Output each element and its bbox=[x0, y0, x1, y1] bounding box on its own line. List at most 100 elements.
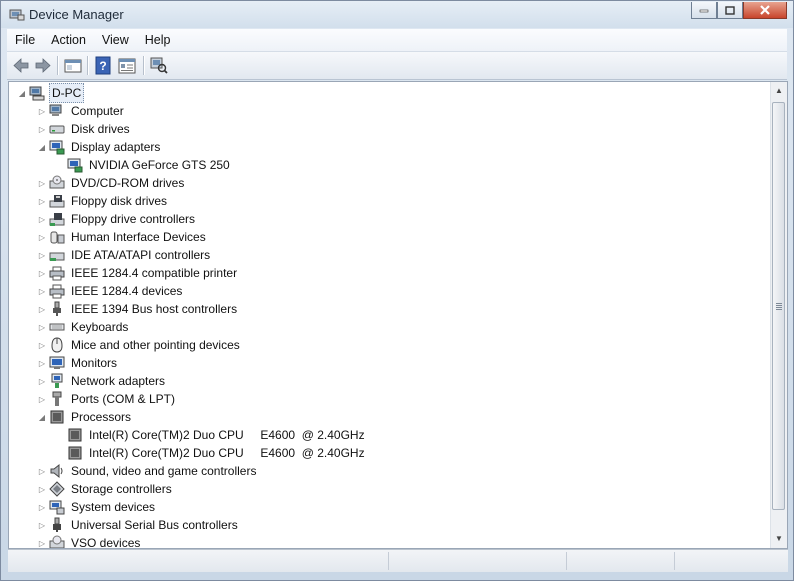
menu-help[interactable]: Help bbox=[137, 33, 179, 47]
expand-arrow-icon[interactable]: ▷ bbox=[37, 264, 47, 282]
expand-arrow-icon[interactable]: ▷ bbox=[37, 390, 47, 408]
vertical-scrollbar[interactable]: ▲ ▼ bbox=[770, 82, 787, 548]
tree-item-label: Human Interface Devices bbox=[71, 230, 206, 244]
expand-arrow-icon[interactable]: ▷ bbox=[37, 210, 47, 228]
properties-icon[interactable] bbox=[117, 56, 137, 75]
back-arrow-icon[interactable] bbox=[11, 56, 31, 75]
tree-category-item[interactable]: ◢ Display adapters bbox=[37, 138, 162, 156]
expand-arrow-icon[interactable]: ▷ bbox=[37, 282, 47, 300]
maximize-button[interactable] bbox=[717, 2, 743, 19]
tree-root[interactable]: ◢ D-PC bbox=[17, 83, 85, 103]
tree-item-label: IDE ATA/ATAPI controllers bbox=[71, 248, 211, 262]
expand-arrow-icon[interactable]: ▷ bbox=[37, 354, 47, 372]
tree-device-item[interactable]: Intel(R) Core(TM)2 Duo CPU E4600 @ 2.40G… bbox=[55, 426, 367, 444]
hid-icon bbox=[50, 231, 65, 244]
scan-hardware-icon[interactable] bbox=[149, 56, 169, 75]
tree-category-item[interactable]: ▷ IEEE 1284.4 compatible printer bbox=[37, 264, 239, 282]
collapse-arrow-icon[interactable]: ◢ bbox=[37, 408, 47, 426]
expand-arrow-icon[interactable]: ▷ bbox=[37, 120, 47, 138]
monitor-icon bbox=[49, 356, 65, 369]
dvd-drive-icon bbox=[49, 175, 65, 189]
tree-device-item[interactable]: NVIDIA GeForce GTS 250 bbox=[55, 156, 232, 174]
tree-category-item[interactable]: ▷ Sound, video and game controllers bbox=[37, 462, 258, 480]
toolbar-separator bbox=[57, 56, 59, 75]
tree-category-item[interactable]: ◢ Processors bbox=[37, 408, 133, 426]
show-hide-console-tree-icon[interactable] bbox=[63, 56, 83, 75]
tree-item-label: Monitors bbox=[71, 356, 118, 370]
menu-action[interactable]: Action bbox=[43, 33, 94, 47]
title-bar[interactable]: Device Manager bbox=[1, 1, 793, 28]
tree-category-item[interactable]: ▷ Human Interface Devices bbox=[37, 228, 208, 246]
status-cell bbox=[388, 552, 565, 570]
tree-item-label: Storage controllers bbox=[71, 482, 172, 496]
system-device-icon bbox=[49, 500, 65, 515]
tree-item-label: IEEE 1394 Bus host controllers bbox=[71, 302, 238, 316]
device-tree-pane[interactable]: ◢ D-PC ▷ Computer ▷ Disk drives ◢ Display ada… bbox=[8, 81, 788, 549]
tree-item-label: Floppy disk drives bbox=[71, 194, 168, 208]
tree-category-item[interactable]: ▷ Monitors bbox=[37, 354, 119, 372]
tree-device-item[interactable]: Intel(R) Core(TM)2 Duo CPU E4600 @ 2.40G… bbox=[55, 444, 367, 462]
tree-category-item[interactable]: ▷ Mice and other pointing devices bbox=[37, 336, 242, 354]
keyboard-icon bbox=[49, 323, 65, 331]
expand-arrow-icon[interactable]: ▷ bbox=[37, 498, 47, 516]
tree-category-item[interactable]: ▷ Computer bbox=[37, 102, 126, 120]
tree-category-item[interactable]: ▷ IEEE 1284.4 devices bbox=[37, 282, 184, 300]
expand-arrow-icon[interactable]: ▷ bbox=[37, 516, 47, 534]
expand-arrow-icon[interactable]: ▷ bbox=[37, 102, 47, 120]
forward-arrow-icon[interactable] bbox=[33, 56, 53, 75]
tree-category-item[interactable]: ▷ Storage controllers bbox=[37, 480, 174, 498]
floppy-disk-icon bbox=[49, 195, 65, 208]
expand-arrow-icon[interactable]: ▷ bbox=[37, 174, 47, 192]
window-controls bbox=[691, 2, 787, 20]
tree-category-item[interactable]: ▷ Ports (COM & LPT) bbox=[37, 390, 177, 408]
expand-arrow-icon[interactable]: ▷ bbox=[37, 228, 47, 246]
expand-arrow-icon[interactable]: ▷ bbox=[37, 336, 47, 354]
tree-category-item[interactable]: ▷ VSO devices bbox=[37, 534, 142, 548]
expand-arrow-icon[interactable]: ▷ bbox=[37, 480, 47, 498]
tree-item-label: System devices bbox=[71, 500, 156, 514]
menu-view[interactable]: View bbox=[94, 33, 137, 47]
tree-category-item[interactable]: ▷ Disk drives bbox=[37, 120, 132, 138]
tree-category-item[interactable]: ▷ Keyboards bbox=[37, 318, 130, 336]
display-adapter-icon bbox=[67, 158, 83, 173]
tree-category-item[interactable]: ▷ Floppy disk drives bbox=[37, 192, 169, 210]
tree-item-label: IEEE 1284.4 devices bbox=[71, 284, 183, 298]
tree-category-item[interactable]: ▷ Floppy drive controllers bbox=[37, 210, 197, 228]
tree-category-item[interactable]: ▷ IEEE 1394 Bus host controllers bbox=[37, 300, 239, 318]
expand-arrow-icon[interactable]: ▷ bbox=[37, 246, 47, 264]
tree-item-label: Processors bbox=[71, 410, 132, 424]
expand-arrow-icon[interactable]: ▷ bbox=[37, 318, 47, 336]
close-button[interactable] bbox=[743, 2, 787, 19]
tree-category-item[interactable]: ▷ Network adapters bbox=[37, 372, 167, 390]
toolbar-separator bbox=[143, 56, 145, 75]
collapse-arrow-icon[interactable]: ◢ bbox=[17, 84, 27, 102]
scrollbar-thumb[interactable] bbox=[772, 102, 785, 510]
scroll-up-arrow-icon[interactable]: ▲ bbox=[774, 86, 784, 96]
usb-icon bbox=[53, 517, 61, 532]
tree-item-label: Intel(R) Core(TM)2 Duo CPU E4600 @ 2.40G… bbox=[89, 428, 365, 442]
vso-device-icon bbox=[49, 535, 65, 548]
device-manager-window: Device Manager File Action View Help ? ◢… bbox=[0, 0, 794, 581]
tree-category-item[interactable]: ▷ IDE ATA/ATAPI controllers bbox=[37, 246, 212, 264]
tree-category-item[interactable]: ▷ System devices bbox=[37, 498, 157, 516]
scroll-down-arrow-icon[interactable]: ▼ bbox=[774, 534, 784, 544]
device-manager-icon bbox=[9, 9, 25, 21]
tree-item-label: Display adapters bbox=[71, 140, 161, 154]
expand-arrow-icon[interactable]: ▷ bbox=[37, 192, 47, 210]
collapse-arrow-icon[interactable]: ◢ bbox=[37, 138, 47, 156]
close-icon bbox=[760, 5, 770, 15]
expand-arrow-icon[interactable]: ▷ bbox=[37, 372, 47, 390]
tree-category-item[interactable]: ▷ DVD/CD-ROM drives bbox=[37, 174, 186, 192]
menu-file[interactable]: File bbox=[7, 33, 43, 47]
tree-item-label: Universal Serial Bus controllers bbox=[71, 518, 238, 532]
expand-arrow-icon[interactable]: ▷ bbox=[37, 462, 47, 480]
expand-arrow-icon[interactable]: ▷ bbox=[37, 534, 47, 548]
help-icon[interactable]: ? bbox=[93, 56, 113, 75]
minimize-button[interactable] bbox=[691, 2, 717, 19]
expand-arrow-icon[interactable]: ▷ bbox=[37, 300, 47, 318]
speaker-icon bbox=[50, 463, 63, 479]
tree-category-item[interactable]: ▷ Universal Serial Bus controllers bbox=[37, 516, 240, 534]
